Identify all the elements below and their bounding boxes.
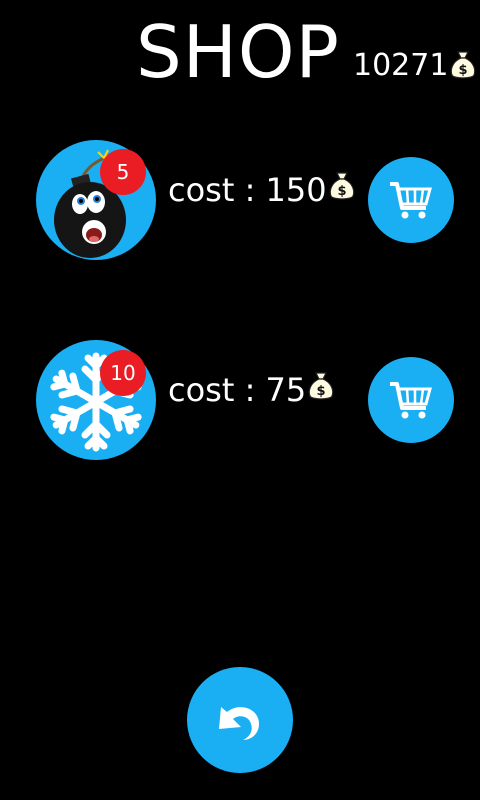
buy-bomb-button[interactable] [368,157,454,243]
money-bag-icon: $ [448,48,478,84]
quantity-badge: 10 [100,350,146,396]
coin-balance: 10271 $ [353,46,478,86]
money-bag-icon: $ [306,369,336,410]
svg-text:$: $ [317,384,326,399]
money-bag-icon: $ [327,169,357,210]
item-cost: cost : 150 $ [168,169,357,210]
item-cost: cost : 75 $ [168,369,336,410]
balance-value: 10271 [353,48,449,83]
buy-freeze-button[interactable] [368,357,454,443]
back-button[interactable] [187,667,293,773]
cost-label: cost : 75 [168,370,307,409]
cost-label: cost : 150 [168,170,327,209]
svg-text:$: $ [459,63,468,78]
cart-icon [390,182,432,219]
quantity-badge: 5 [100,149,146,195]
page-title: SHOP [136,10,340,94]
svg-text:$: $ [337,184,346,199]
undo-arrow-icon [219,707,259,740]
cart-icon [390,382,432,419]
